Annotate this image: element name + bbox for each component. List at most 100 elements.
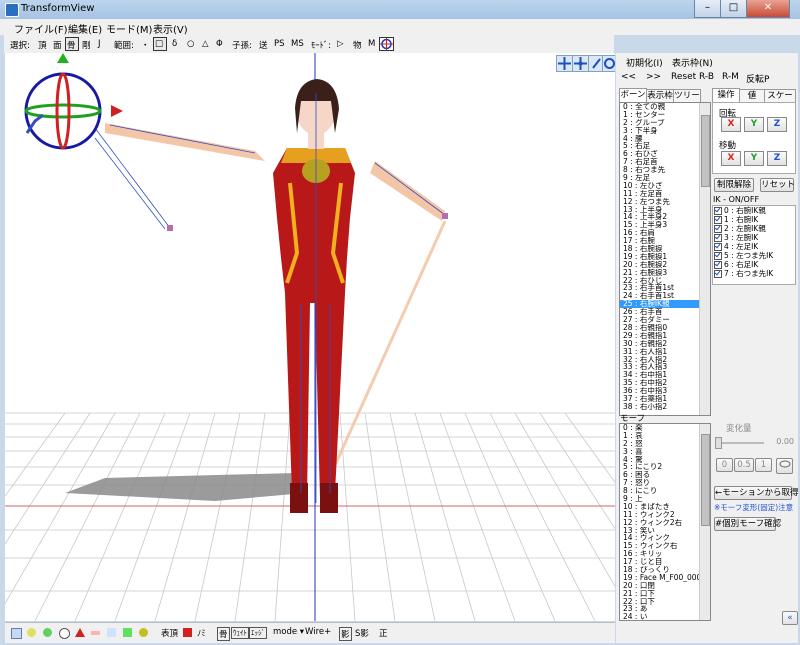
morph-list-item[interactable]: 5 : にこり2: [620, 463, 710, 471]
tab-scale[interactable]: スケール: [764, 89, 796, 113]
yellow-toggle-icon[interactable]: [139, 628, 148, 637]
viewport-3d[interactable]: [5, 53, 615, 621]
self-shadow-toggle[interactable]: S影: [355, 627, 369, 639]
shadow-toggle[interactable]: 影: [339, 627, 352, 641]
get-from-motion-button[interactable]: ←モーションから取得: [714, 486, 798, 500]
move-x-button[interactable]: X: [721, 151, 741, 166]
circle-toggle-icon[interactable]: [59, 628, 70, 639]
select-rigid[interactable]: 剛: [82, 39, 91, 51]
init-button[interactable]: 初期化(I): [626, 56, 663, 69]
bone-list-item[interactable]: 6 : 右ひざ: [620, 150, 710, 158]
mode-dropdown[interactable]: mode ▾: [273, 627, 304, 637]
bone-list-item[interactable]: 19 : 右腕捩1: [620, 253, 710, 261]
bone-list-item[interactable]: 8 : 右つま先: [620, 166, 710, 174]
flip-button[interactable]: 反転P: [746, 72, 769, 85]
bone-list-item[interactable]: 13 : 上半身: [620, 206, 710, 214]
edge-toggle[interactable]: ｴｯｼﾞ: [249, 627, 267, 639]
ik-list-item[interactable]: 2 : 左腕IK親: [713, 224, 795, 233]
select-face[interactable]: 面: [53, 39, 62, 51]
morph-list-item[interactable]: 8 : にこり: [620, 487, 710, 495]
mode-play[interactable]: ▷: [337, 39, 344, 49]
reset-button[interactable]: リセット: [760, 178, 795, 192]
bone-list-item[interactable]: 2 : グルーブ: [620, 119, 710, 127]
bone-list-item[interactable]: 0 : 全ての親: [620, 103, 710, 111]
close-button[interactable]: ✕: [746, 0, 790, 18]
menu-file[interactable]: ファイル(F): [14, 21, 68, 36]
bone-list-item[interactable]: 20 : 右腕捩2: [620, 261, 710, 269]
morph-list-item[interactable]: 18 : ぴっくり: [620, 566, 710, 574]
morph-list-item[interactable]: 23 : あ: [620, 605, 710, 613]
bone-list-item[interactable]: 28 : 右親指0: [620, 324, 710, 332]
bone-list-item[interactable]: 38 : 右小指2: [620, 403, 710, 411]
green-toggle-icon[interactable]: [43, 628, 52, 637]
individual-morph-check-button[interactable]: #個別モーフ確認: [714, 517, 781, 531]
child-ms[interactable]: MS: [291, 39, 304, 49]
morph-list-item[interactable]: 10 : まばたき: [620, 503, 710, 511]
bone-list-item[interactable]: 25 : 右腕IK親: [620, 300, 710, 309]
bone-list-item[interactable]: 33 : 右人指3: [620, 363, 710, 371]
menu-view[interactable]: 表示(V): [153, 21, 188, 36]
morph-list-item[interactable]: 2 : 怒: [620, 440, 710, 448]
surface-label[interactable]: 表頂: [161, 627, 178, 639]
ik-checkbox[interactable]: [714, 234, 722, 242]
ik-list-item[interactable]: 1 : 右腕IK: [713, 215, 795, 224]
bone-list-item[interactable]: 4 : 腰: [620, 135, 710, 143]
morph-list-item[interactable]: 15 : ウィンク右: [620, 542, 710, 550]
morph-list-item[interactable]: 9 : 上: [620, 495, 710, 503]
morph-list-item[interactable]: 11 : ウィンク2: [620, 511, 710, 519]
ik-list-item[interactable]: 5 : 左つま先IK: [713, 251, 795, 260]
bone-list-item[interactable]: 15 : 上半身3: [620, 221, 710, 229]
green-square-icon[interactable]: [123, 628, 132, 637]
morph-list-item[interactable]: 21 : 口下: [620, 590, 710, 598]
bone-list-item[interactable]: 36 : 右中指3: [620, 387, 710, 395]
tab-tree[interactable]: ツリー: [673, 89, 701, 102]
morph-list-item[interactable]: 7 : 怒り: [620, 479, 710, 487]
bone-list-item[interactable]: 14 : 上半身2: [620, 213, 710, 221]
bone-list-item[interactable]: 24 : 右手首1st: [620, 292, 710, 300]
range-phi[interactable]: Φ: [216, 39, 223, 49]
ik-checkbox[interactable]: [714, 207, 722, 215]
bone-list-item[interactable]: 35 : 右中指2: [620, 379, 710, 387]
morph-list-item[interactable]: 13 : 笑い: [620, 527, 710, 535]
normal-label[interactable]: ﾉﾐ: [197, 627, 206, 639]
ik-checkbox[interactable]: [714, 243, 722, 251]
front-view-button[interactable]: 正: [379, 627, 388, 639]
rotate-view-icon[interactable]: [602, 55, 615, 72]
wire-toggle[interactable]: Wire+: [305, 627, 331, 637]
bone-list-item[interactable]: 31 : 右人指1: [620, 348, 710, 356]
morph-list-item[interactable]: 24 : い: [620, 613, 710, 620]
bone-list-item[interactable]: 10 : 左ひざ: [620, 182, 710, 190]
triangle-toggle-icon[interactable]: [75, 628, 85, 637]
pan-view-icon[interactable]: [572, 55, 589, 72]
bone-list-item[interactable]: 30 : 右親指2: [620, 340, 710, 348]
child-ps[interactable]: PS: [274, 39, 285, 49]
set-half-button[interactable]: 0.5: [734, 458, 754, 472]
rotate-z-button[interactable]: Z: [767, 117, 787, 132]
minimize-button[interactable]: –: [694, 0, 721, 18]
rotate-y-button[interactable]: Y: [744, 117, 764, 132]
bone-list-item[interactable]: 7 : 右足首: [620, 158, 710, 166]
bone-list-item[interactable]: 3 : 下半身: [620, 127, 710, 135]
bone-list-item[interactable]: 1 : センター: [620, 111, 710, 119]
eye-button[interactable]: [776, 458, 793, 474]
scene-canvas[interactable]: [5, 53, 615, 621]
blue-toggle-icon[interactable]: [107, 628, 116, 637]
bone-toggle[interactable]: 骨: [217, 627, 230, 641]
mode-m[interactable]: M: [368, 39, 375, 49]
menu-mode[interactable]: モード(M): [106, 21, 152, 36]
set-one-button[interactable]: 1: [755, 458, 772, 472]
set-zero-button[interactable]: 0: [716, 458, 733, 472]
ik-checkbox[interactable]: [714, 252, 722, 260]
next-button[interactable]: >>: [646, 72, 661, 82]
ik-checkbox[interactable]: [714, 270, 722, 278]
light-icon[interactable]: [27, 628, 36, 637]
ik-list-item[interactable]: 4 : 左足IK: [713, 242, 795, 251]
tab-operation[interactable]: 操作: [712, 88, 740, 102]
bone-list-item[interactable]: 11 : 左足首: [620, 190, 710, 198]
bone-list-item[interactable]: 17 : 右腕: [620, 237, 710, 245]
ik-checkbox[interactable]: [714, 216, 722, 224]
pink-toggle-icon[interactable]: [91, 631, 100, 635]
bone-list-item[interactable]: 26 : 右手首: [620, 308, 710, 316]
ik-list-item[interactable]: 0 : 右腕IK親: [713, 206, 795, 215]
move-z-button[interactable]: Z: [767, 151, 787, 166]
